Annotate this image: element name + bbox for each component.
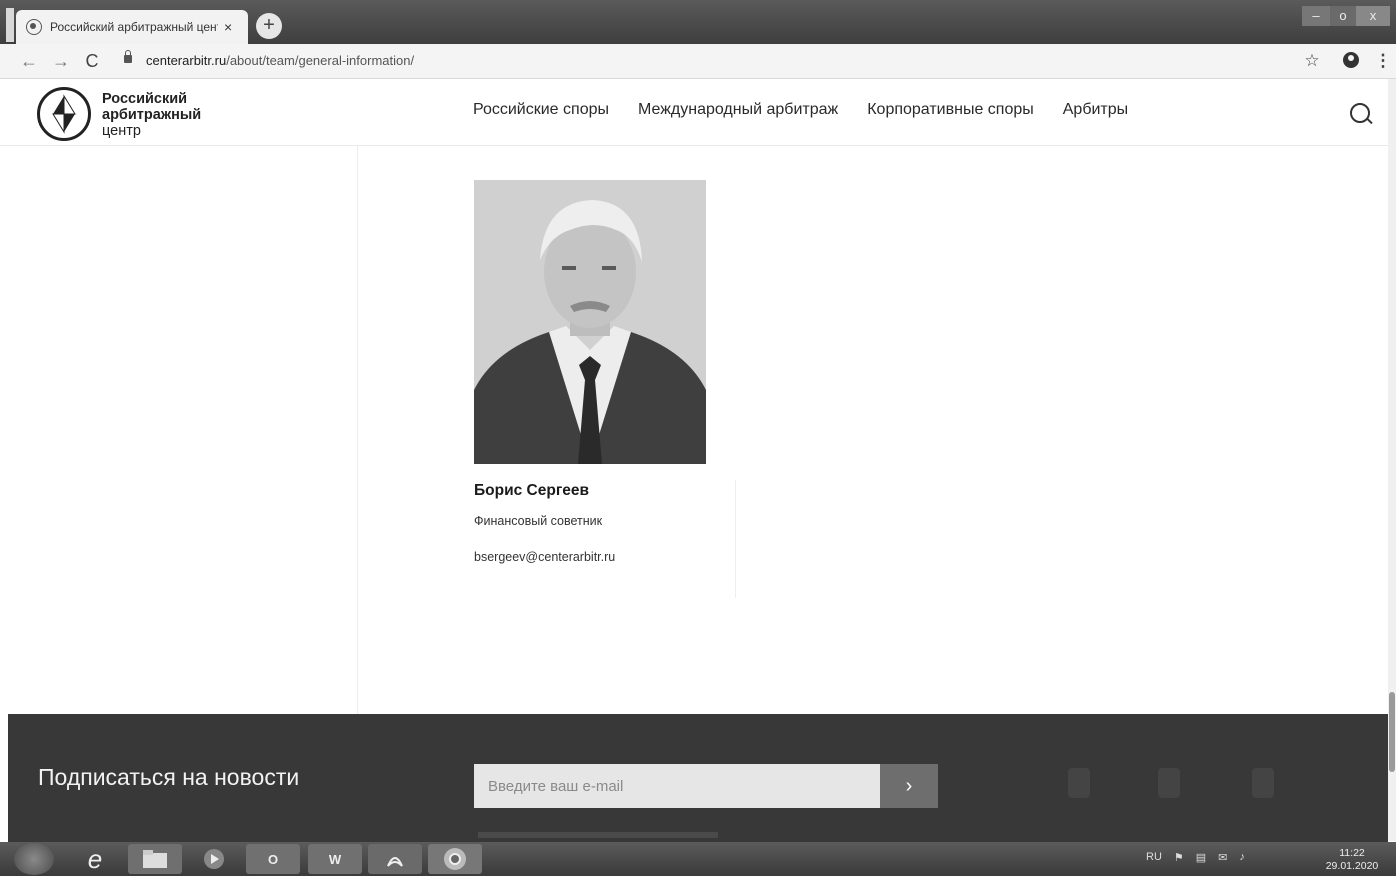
window-maximize-button[interactable]: o	[1330, 6, 1356, 26]
volume-icon[interactable]: ♪	[1239, 851, 1245, 864]
tab-close-button[interactable]: ×	[224, 19, 232, 35]
start-button-icon[interactable]	[14, 843, 54, 875]
subscribe-submit-button[interactable]: ›	[880, 764, 938, 808]
internet-explorer-icon[interactable]: e	[74, 844, 116, 874]
back-button[interactable]: ←	[18, 50, 40, 72]
social-icon-2[interactable]	[1158, 768, 1180, 798]
chrome-icon[interactable]	[428, 844, 482, 874]
window-close-button[interactable]: x	[1356, 6, 1390, 26]
person-role: Финансовый советник	[474, 514, 603, 528]
social-icon-1[interactable]	[1068, 768, 1090, 798]
footer: Подписаться на новости ›	[8, 714, 1388, 842]
logo-line-2: арбитражный	[102, 107, 202, 123]
chrome-svg	[444, 848, 466, 870]
reload-button[interactable]: C	[81, 50, 103, 72]
footer-faded-text	[478, 832, 718, 838]
person-photo	[474, 180, 706, 464]
browser-tabstrip: Российский арбитражный цент × + – o x	[0, 0, 1396, 44]
browser-toolbar: ← → C centerarbitr.ru/about/team/general…	[0, 44, 1396, 79]
address-bar[interactable]: centerarbitr.ru/about/team/general-infor…	[116, 49, 1286, 73]
nav-item-russian-disputes[interactable]: Российские споры	[473, 101, 609, 119]
url-text: centerarbitr.ru/about/team/general-infor…	[146, 53, 414, 68]
logo-compass-svg	[52, 94, 76, 134]
site-favicon-icon	[26, 19, 42, 35]
logo-compass-icon[interactable]	[37, 87, 91, 141]
subscribe-title: Подписаться на новости	[38, 764, 300, 790]
window-edge	[6, 8, 14, 42]
site-header: Российский арбитражный центр Российские …	[0, 79, 1388, 146]
browser-menu-icon[interactable]: ⋮	[1372, 50, 1394, 72]
clock-date: 29.01.2020	[1325, 860, 1379, 872]
logo-line-3: центр	[102, 123, 141, 139]
nav-item-arbitrators[interactable]: Арбитры	[1063, 101, 1128, 119]
play-svg	[204, 849, 224, 869]
language-indicator[interactable]: RU	[1146, 851, 1162, 864]
scrollbar-thumb[interactable]	[1389, 692, 1395, 772]
tab-title: Российский арбитражный цент	[50, 20, 218, 34]
taskbar-clock[interactable]: 11:22 29.01.2020	[1322, 847, 1382, 873]
acrobat-svg	[387, 857, 403, 867]
bookmark-star-icon[interactable]: ☆	[1301, 50, 1323, 72]
word-icon[interactable]: W	[308, 844, 362, 874]
logo-line-1: Российский	[102, 91, 188, 107]
flag-icon[interactable]: ⚑	[1174, 851, 1184, 864]
system-tray: RU ⚑ ▤ ✉ ♪	[1146, 851, 1245, 864]
file-explorer-icon[interactable]	[128, 844, 182, 874]
windows-taskbar: e O W RU ⚑ ▤ ✉ ♪ 11:22 29.01.2020	[0, 842, 1396, 876]
social-icon-3[interactable]	[1252, 768, 1274, 798]
subscribe-email-input[interactable]	[474, 764, 880, 808]
mail-icon[interactable]: ✉	[1218, 851, 1227, 864]
nav-item-international-arbitration[interactable]: Международный арбитраж	[638, 101, 838, 119]
nav-item-corporate-disputes[interactable]: Корпоративные споры	[867, 101, 1034, 119]
card-divider	[735, 480, 736, 598]
person-photo-svg	[474, 180, 706, 464]
search-icon[interactable]	[1350, 103, 1370, 123]
logo-text[interactable]: Российский арбитражный центр	[102, 91, 201, 139]
lock-icon	[124, 50, 132, 63]
window-minimize-button[interactable]: –	[1302, 6, 1330, 26]
person-name: Борис Сергеев	[474, 482, 590, 499]
media-player-icon[interactable]	[190, 844, 238, 874]
acrobat-icon[interactable]	[368, 844, 422, 874]
url-host: centerarbitr.ru	[146, 53, 227, 68]
person-email-link[interactable]: bsergeev@centerarbitr.ru	[474, 550, 615, 564]
network-icon[interactable]: ▤	[1196, 851, 1206, 864]
main-nav: Российские споры Международный арбитраж …	[473, 101, 1128, 119]
outlook-icon[interactable]: O	[246, 844, 300, 874]
account-icon[interactable]	[1340, 50, 1362, 72]
account-circle-icon	[1343, 52, 1359, 68]
url-path: /about/team/general-information/	[226, 53, 415, 68]
clock-time: 11:22	[1339, 847, 1365, 859]
sidebar-divider	[357, 146, 358, 714]
new-tab-button[interactable]: +	[256, 13, 282, 39]
forward-button[interactable]: →	[50, 50, 72, 72]
browser-tab[interactable]: Российский арбитражный цент ×	[16, 10, 248, 44]
folder-svg	[143, 850, 167, 868]
